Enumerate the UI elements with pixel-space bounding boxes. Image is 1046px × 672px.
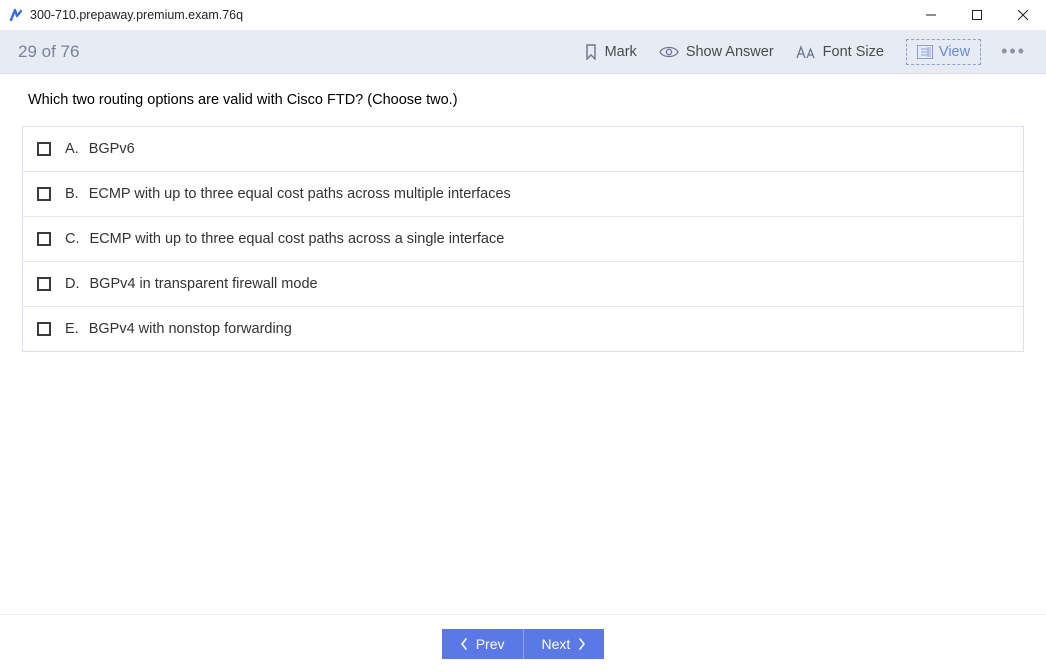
mark-button[interactable]: Mark — [584, 44, 637, 60]
maximize-button[interactable] — [954, 0, 1000, 30]
checkbox-icon[interactable] — [37, 277, 51, 291]
bookmark-icon — [584, 44, 598, 60]
next-button[interactable]: Next — [524, 629, 605, 659]
option-text: ECMP with up to three equal cost paths a… — [90, 231, 505, 247]
eye-icon — [659, 45, 679, 59]
show-answer-button[interactable]: Show Answer — [659, 44, 774, 60]
checkbox-icon[interactable] — [37, 187, 51, 201]
titlebar: 300-710.prepaway.premium.exam.76q — [0, 0, 1046, 30]
mark-label: Mark — [605, 44, 637, 60]
question-text: Which two routing options are valid with… — [22, 92, 1024, 108]
next-label: Next — [542, 636, 571, 652]
option-row[interactable]: C. ECMP with up to three equal cost path… — [23, 217, 1023, 262]
font-size-icon — [796, 45, 816, 59]
chevron-left-icon — [460, 638, 468, 650]
ellipsis-icon: ••• — [1001, 41, 1026, 61]
option-row[interactable]: B. ECMP with up to three equal cost path… — [23, 172, 1023, 217]
app-icon — [8, 7, 24, 23]
content-area: Which two routing options are valid with… — [0, 74, 1046, 614]
option-row[interactable]: E. BGPv4 with nonstop forwarding — [23, 307, 1023, 351]
options-list: A. BGPv6 B. ECMP with up to three equal … — [22, 126, 1024, 352]
view-button[interactable]: View — [906, 39, 981, 65]
font-size-button[interactable]: Font Size — [796, 44, 884, 60]
window-controls — [908, 0, 1046, 30]
option-text: ECMP with up to three equal cost paths a… — [89, 186, 511, 202]
option-letter: E. — [65, 321, 79, 337]
option-row[interactable]: A. BGPv6 — [23, 127, 1023, 172]
prev-button[interactable]: Prev — [442, 629, 524, 659]
option-letter: A. — [65, 141, 79, 157]
option-text: BGPv6 — [89, 141, 135, 157]
nav-buttons: Prev Next — [442, 629, 605, 659]
progress-indicator: 29 of 76 — [18, 42, 79, 62]
checkbox-icon[interactable] — [37, 232, 51, 246]
option-text: BGPv4 with nonstop forwarding — [89, 321, 292, 337]
font-size-label: Font Size — [823, 44, 884, 60]
close-button[interactable] — [1000, 0, 1046, 30]
checkbox-icon[interactable] — [37, 142, 51, 156]
toolbar: 29 of 76 Mark Show Answer Font Size View — [0, 30, 1046, 74]
minimize-button[interactable] — [908, 0, 954, 30]
more-button[interactable]: ••• — [995, 41, 1032, 62]
option-letter: C. — [65, 231, 80, 247]
option-row[interactable]: D. BGPv4 in transparent firewall mode — [23, 262, 1023, 307]
option-letter: D. — [65, 276, 80, 292]
checkbox-icon[interactable] — [37, 322, 51, 336]
view-icon — [917, 45, 933, 59]
option-letter: B. — [65, 186, 79, 202]
prev-label: Prev — [476, 636, 505, 652]
view-label: View — [939, 44, 970, 60]
option-text: BGPv4 in transparent firewall mode — [90, 276, 318, 292]
footer: Prev Next — [0, 614, 1046, 672]
chevron-right-icon — [578, 638, 586, 650]
window-title: 300-710.prepaway.premium.exam.76q — [30, 8, 243, 22]
show-answer-label: Show Answer — [686, 44, 774, 60]
